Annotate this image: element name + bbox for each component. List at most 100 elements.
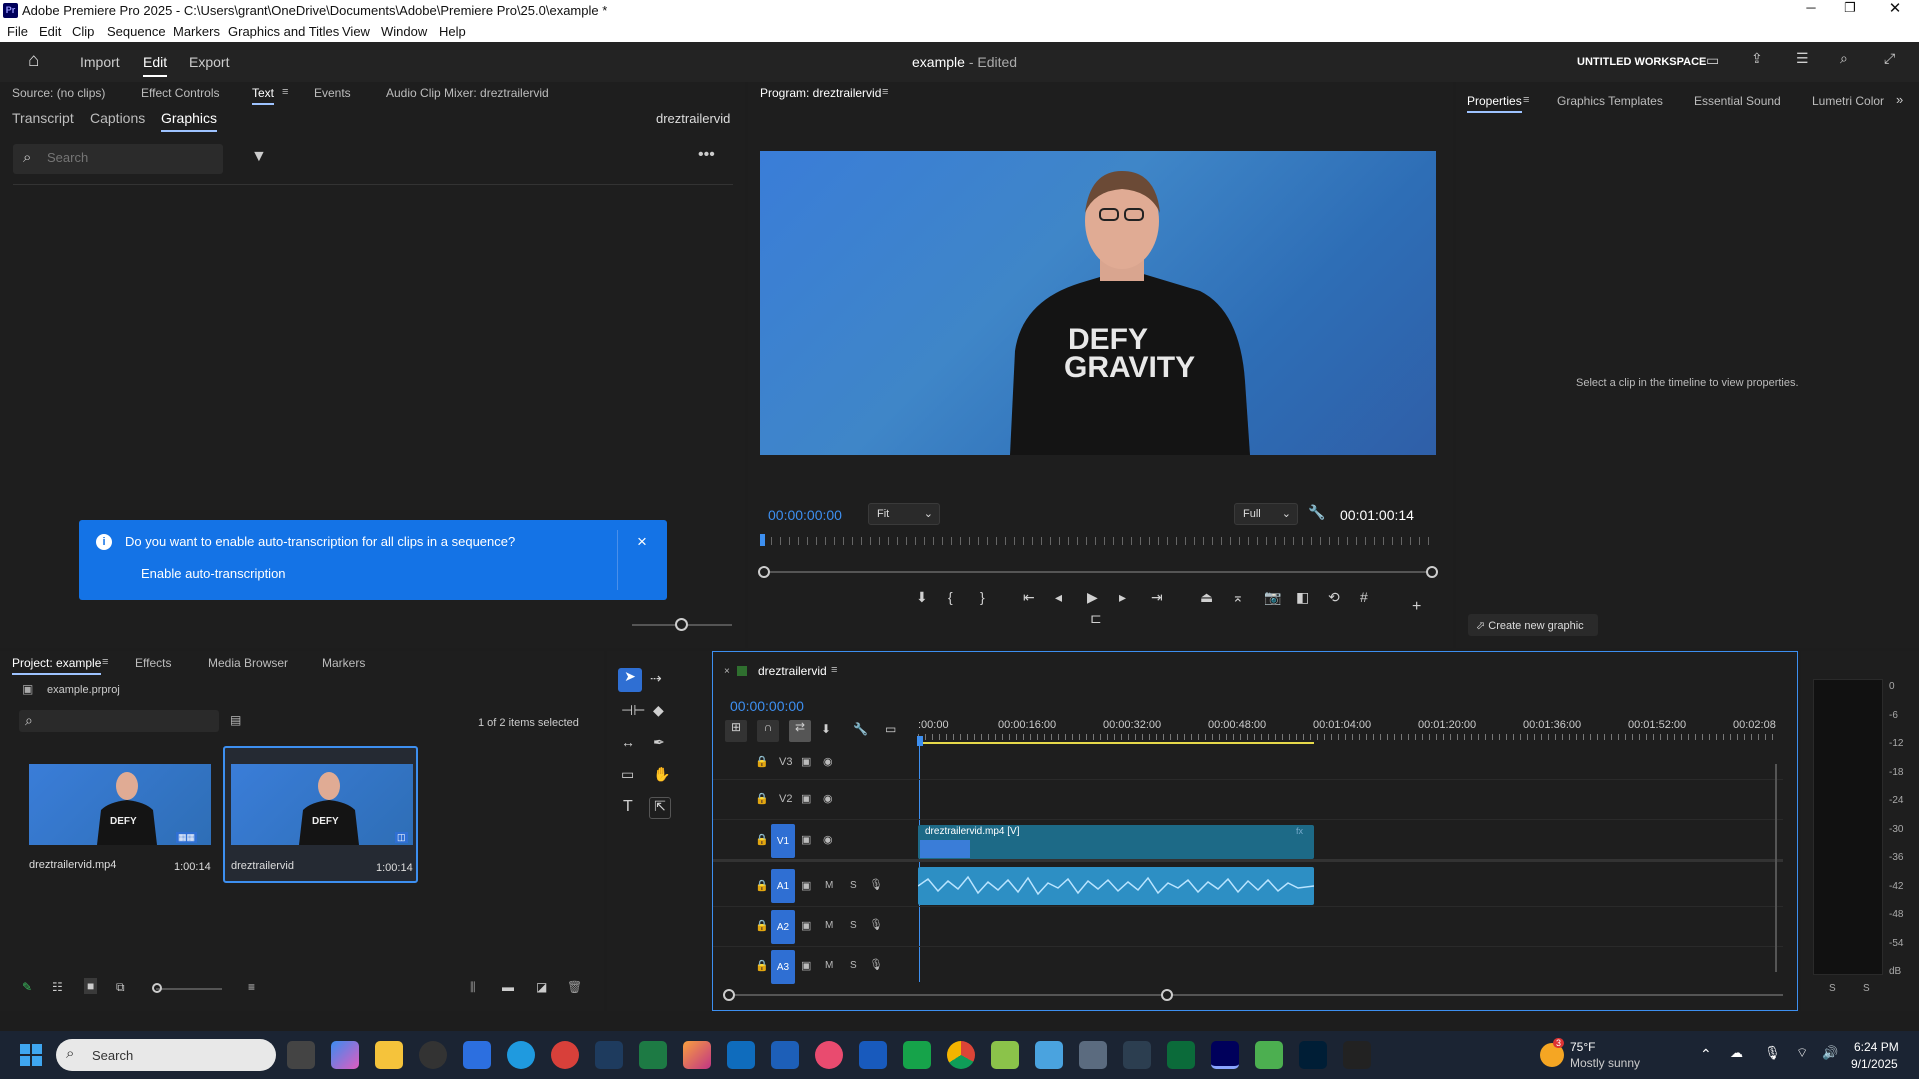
snap-icon[interactable]: ∩ xyxy=(757,720,779,742)
minecraft-icon[interactable] xyxy=(1255,1041,1283,1069)
horizontal-scrollbar[interactable] xyxy=(728,994,1783,996)
lock-icon[interactable]: 🔒 xyxy=(755,792,769,805)
workspace-icon[interactable]: ▭ xyxy=(1706,52,1719,69)
program-timecode[interactable]: 00:00:00:00 xyxy=(768,507,842,523)
workspace-label[interactable]: UNTITLED WORKSPACE xyxy=(1577,56,1706,68)
zoom-scroll-right-handle[interactable] xyxy=(1426,566,1438,578)
app-icon-blue[interactable] xyxy=(771,1041,799,1069)
app-icon-green[interactable] xyxy=(903,1041,931,1069)
app-icon-green-dark[interactable] xyxy=(1167,1041,1195,1069)
notifications-icon[interactable]: ☰ xyxy=(1796,50,1809,67)
tab-lumetri-color[interactable]: Lumetri Color xyxy=(1812,94,1884,108)
list-view-icon[interactable]: ☷ xyxy=(52,980,63,994)
create-new-graphic-button[interactable]: ⬀ Create new graphic xyxy=(1468,614,1598,636)
close-window-icon[interactable]: ✕ xyxy=(1880,0,1910,17)
mute-button[interactable]: M xyxy=(825,920,833,931)
scroll-left-handle[interactable] xyxy=(723,989,735,1001)
thumbnail-size-slider[interactable] xyxy=(156,988,222,990)
add-button-icon[interactable]: + xyxy=(1412,598,1421,616)
volume-icon[interactable]: 🔊 xyxy=(1822,1045,1838,1061)
automate-sequence-icon[interactable]: ⫼ xyxy=(470,980,476,995)
excel-icon[interactable] xyxy=(639,1041,667,1069)
export-tab[interactable]: Export xyxy=(189,54,229,70)
more-panels-icon[interactable]: » xyxy=(1896,92,1903,107)
tab-source[interactable]: Source: (no clips) xyxy=(12,86,105,100)
razor-tool-icon[interactable]: ◆ xyxy=(653,702,664,719)
zoom-scroll-left-handle[interactable] xyxy=(758,566,770,578)
work-area-bar[interactable] xyxy=(918,742,1314,744)
app-icon-window[interactable] xyxy=(1035,1041,1063,1069)
solo-button[interactable]: S xyxy=(850,920,857,931)
tab-menu-icon[interactable]: ≡ xyxy=(282,86,288,98)
audio-clip[interactable] xyxy=(918,867,1314,905)
track-target-a3[interactable]: A3 xyxy=(771,950,795,984)
lock-icon[interactable]: 🔒 xyxy=(755,959,769,972)
filter-icon[interactable]: ▼ xyxy=(251,148,267,166)
outlook-icon[interactable] xyxy=(727,1041,755,1069)
ripple-edit-tool-icon[interactable]: ⊣⊢ xyxy=(621,702,645,719)
go-to-out-icon[interactable]: ⇥ xyxy=(1151,589,1163,606)
solo-button[interactable]: S xyxy=(850,880,857,891)
tab-essential-sound[interactable]: Essential Sound xyxy=(1694,94,1781,108)
wrench-icon[interactable]: 🔧 xyxy=(1308,504,1325,521)
project-search[interactable]: ⌕ xyxy=(19,710,219,732)
track-label[interactable]: V3 xyxy=(779,756,792,768)
store-icon[interactable] xyxy=(463,1041,491,1069)
subtab-graphics[interactable]: Graphics xyxy=(161,110,218,132)
taskbar-search[interactable]: ⌕ Search xyxy=(56,1039,276,1071)
sequence-tab[interactable]: dreztrailervid xyxy=(758,664,827,678)
solo-button[interactable]: S xyxy=(850,960,857,971)
nest-icon[interactable]: ⊞ xyxy=(725,720,747,742)
task-view-icon[interactable] xyxy=(287,1041,315,1069)
step-back-icon[interactable]: ◂ xyxy=(1055,589,1062,606)
tab-media-browser[interactable]: Media Browser xyxy=(208,656,288,670)
lock-icon[interactable]: 🔒 xyxy=(755,919,769,932)
track-target-a1[interactable]: A1 xyxy=(771,869,795,903)
file-explorer-icon[interactable] xyxy=(375,1041,403,1069)
add-marker-icon[interactable]: ⬇ xyxy=(916,589,928,606)
track-target-v1[interactable]: V1 xyxy=(771,824,795,858)
subtab-transcript[interactable]: Transcript xyxy=(12,110,74,126)
search-help-icon[interactable]: ⌕ xyxy=(1840,50,1848,67)
clock-date[interactable]: 9/1/2025 xyxy=(1851,1057,1898,1071)
sort-icon[interactable]: ≡ xyxy=(248,980,255,994)
menu-markers[interactable]: Markers xyxy=(173,24,220,39)
project-item[interactable]: DEFY ▦▦ dreztrailervid.mp4 1:00:14 xyxy=(22,760,214,885)
wifi-icon[interactable]: ⌔ xyxy=(1796,1045,1808,1061)
lock-icon[interactable]: 🔒 xyxy=(755,755,769,768)
app-icon-lime[interactable] xyxy=(991,1041,1019,1069)
extract-icon[interactable]: ⌅ xyxy=(1232,589,1244,606)
close-sequence-icon[interactable]: × xyxy=(724,666,730,677)
new-bin-folder-icon[interactable]: ▬ xyxy=(502,980,514,994)
premiere-taskbar-icon[interactable] xyxy=(1211,1041,1239,1069)
drag-video-icon[interactable]: ⊏ xyxy=(1090,610,1102,627)
pencil-icon[interactable]: ✎ xyxy=(22,980,32,994)
app-icon-dark[interactable] xyxy=(1123,1041,1151,1069)
clock-time[interactable]: 6:24 PM xyxy=(1854,1040,1899,1054)
tab-effect-controls[interactable]: Effect Controls xyxy=(141,86,219,100)
menu-view[interactable]: View xyxy=(342,24,370,39)
import-tab[interactable]: Import xyxy=(80,54,120,70)
edge-icon[interactable] xyxy=(507,1041,535,1069)
microphone-icon[interactable]: 🎙 xyxy=(869,918,883,931)
mark-in-icon[interactable]: { xyxy=(948,589,953,605)
generative-extend-icon[interactable]: ⇱ xyxy=(649,797,671,819)
app-icon-red[interactable] xyxy=(551,1041,579,1069)
instagram-icon[interactable] xyxy=(683,1041,711,1069)
timeline-settings-icon[interactable]: 🔧 xyxy=(853,722,868,736)
captions-icon[interactable]: ▭ xyxy=(885,722,896,736)
windows-start-icon[interactable] xyxy=(20,1044,42,1066)
zoom-slider-handle[interactable] xyxy=(675,618,688,631)
time-ruler[interactable]: :00:00 00:00:16:00 00:00:32:00 00:00:48:… xyxy=(918,716,1783,746)
edit-tab[interactable]: Edit xyxy=(143,54,168,77)
tab-events[interactable]: Events xyxy=(314,86,351,100)
video-clip[interactable]: dreztrailervid.mp4 [V] fx xyxy=(918,825,1314,859)
tab-markers[interactable]: Markers xyxy=(322,656,365,670)
itunes-icon[interactable] xyxy=(815,1041,843,1069)
microphone-icon[interactable]: 🎙 xyxy=(869,958,883,971)
chevron-up-icon[interactable]: ⌃ xyxy=(1700,1046,1712,1063)
new-item-icon[interactable]: ◪ xyxy=(536,980,547,994)
quality-dropdown[interactable]: Full ⌄ xyxy=(1234,503,1298,525)
menu-help[interactable]: Help xyxy=(439,24,466,39)
tab-effects[interactable]: Effects xyxy=(135,656,171,670)
